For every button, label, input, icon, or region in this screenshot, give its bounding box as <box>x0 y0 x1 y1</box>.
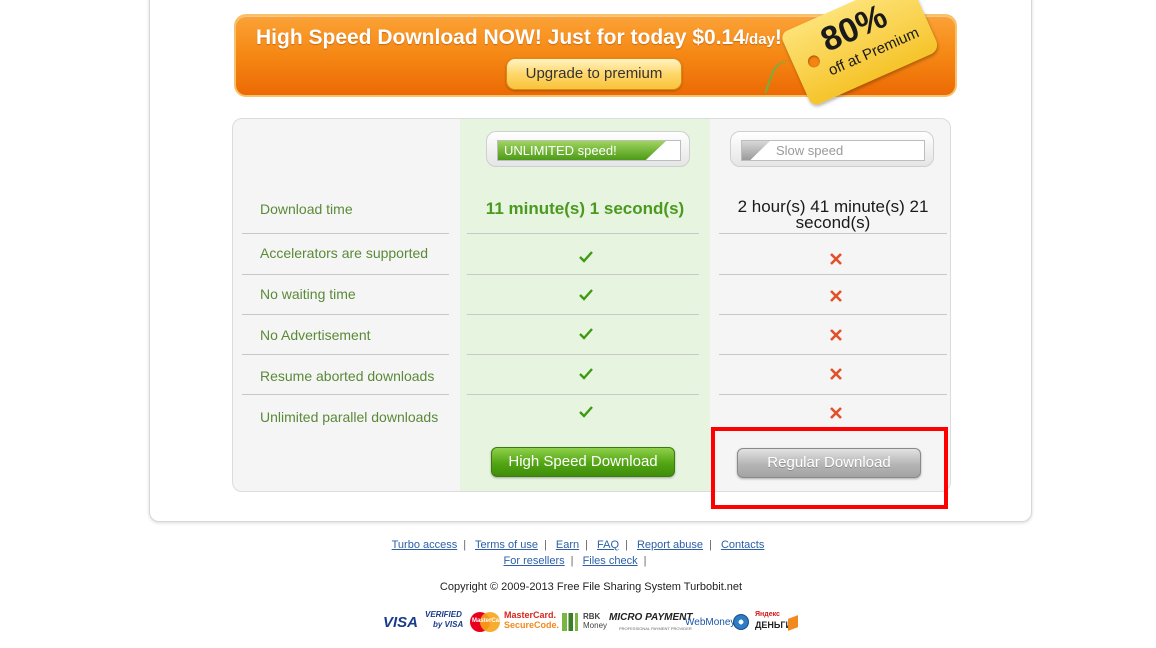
rbk-money-logo: RBK Money <box>583 612 607 630</box>
footer-links-row-1: Turbo access | Terms of use | Earn | FAQ | R… <box>0 539 1156 551</box>
cross-icon <box>830 329 842 341</box>
cross-icon <box>830 253 842 265</box>
visa-logo: VISA <box>383 614 419 631</box>
headline-unit: /day <box>744 31 775 48</box>
check-icon <box>579 328 593 340</box>
link-separator: | <box>543 539 547 551</box>
micropayment-logo: MICRO PAYMENT <box>609 612 693 623</box>
verified-bottom: by VISA <box>433 620 464 629</box>
upgrade-to-premium-button[interactable]: Upgrade to premium <box>506 58 682 90</box>
row-divider <box>467 274 699 275</box>
feature-no-waiting: No waiting time <box>260 286 356 302</box>
unlimited-speed-meter: UNLIMITED speed! <box>486 131 690 167</box>
feature-resume: Resume aborted downloads <box>260 368 435 384</box>
premium-download-time: 11 minute(s) 1 second(s) <box>485 199 685 218</box>
webmoney-logo: WebMoney <box>685 617 736 628</box>
link-separator: | <box>709 539 712 551</box>
footer-link-resellers[interactable]: For resellers <box>504 555 565 567</box>
footer-link-earn[interactable]: Earn <box>556 539 579 551</box>
highlight-box <box>711 427 948 509</box>
link-separator: | <box>643 555 647 567</box>
tag-hole <box>805 53 822 70</box>
footer-links-row-2: For resellers | Files check | <box>0 555 1156 567</box>
footer-link-files-check[interactable]: Files check <box>583 555 638 567</box>
row-divider <box>242 233 449 234</box>
micropayment-subtitle: PROFESSIONAL PAYMENT PROVIDER <box>619 626 692 631</box>
feature-parallel: Unlimited parallel downloads <box>260 409 439 425</box>
headline-text: High Speed Download NOW! Just for today … <box>256 26 745 49</box>
banner-headline: High Speed Download NOW! Just for today … <box>256 26 782 50</box>
yandex-wallet-icon <box>788 615 798 631</box>
footer-link-faq[interactable]: FAQ <box>597 539 619 551</box>
headline-end: ! <box>774 26 782 49</box>
footer-link-report-abuse[interactable]: Report abuse <box>637 539 703 551</box>
link-separator: | <box>463 539 467 551</box>
row-divider <box>719 354 947 355</box>
payment-logos: VISA VERIFIED by VISA MasterCard MasterC… <box>383 608 803 636</box>
speed-bar: Slow speed <box>741 140 925 161</box>
copyright-text: Copyright © 2009-2013 Free File Sharing … <box>439 581 743 593</box>
check-icon <box>579 406 593 418</box>
row-divider <box>719 394 947 395</box>
verified-top: VERIFIED <box>425 610 462 619</box>
feature-accelerators: Accelerators are supported <box>260 245 429 261</box>
row-divider <box>719 233 947 234</box>
securecode-logo: MasterCard. SecureCode. <box>504 610 559 630</box>
check-icon <box>579 251 593 263</box>
feature-no-ads: No Advertisement <box>260 327 371 343</box>
feature-download-time: Download time <box>260 201 353 217</box>
row-divider <box>467 354 699 355</box>
slow-download-time: 2 hour(s) 41 minute(s) 21 second(s) <box>737 197 929 232</box>
securecode-bottom: SecureCode. <box>504 620 560 630</box>
speed-bar-fill <box>742 141 770 160</box>
rbk-money-icon <box>562 613 578 631</box>
rbk-top: RBK <box>583 612 601 621</box>
footer-link-turbo-access[interactable]: Turbo access <box>392 539 458 551</box>
cross-icon <box>830 368 842 380</box>
footer-link-terms[interactable]: Terms of use <box>475 539 538 551</box>
footer-link-contacts[interactable]: Contacts <box>721 539 764 551</box>
cross-icon <box>830 290 842 302</box>
yandex-top: Яндекс <box>755 611 780 618</box>
row-divider <box>467 314 699 315</box>
webmoney-globe-icon <box>733 614 749 630</box>
securecode-top: MasterCard. <box>504 610 557 620</box>
yandex-money-logo: Яндекс ДЕНЬГИ <box>755 610 792 630</box>
link-separator: | <box>625 539 628 551</box>
verified-by-visa-logo: VERIFIED by VISA <box>425 610 463 630</box>
row-divider <box>242 274 449 275</box>
high-speed-download-button[interactable]: High Speed Download <box>491 447 675 477</box>
premium-column <box>460 119 710 491</box>
link-separator: | <box>570 555 574 567</box>
mastercard-logo: MasterCard <box>470 612 505 632</box>
slow-speed-label: Slow speed <box>776 143 844 158</box>
check-icon <box>579 289 593 301</box>
link-separator: | <box>585 539 588 551</box>
row-divider <box>719 314 947 315</box>
check-icon <box>579 368 593 380</box>
cross-icon <box>830 407 842 419</box>
slow-speed-meter: Slow speed <box>730 131 934 167</box>
row-divider <box>467 233 699 234</box>
mastercard-badge-text: MasterCard <box>472 618 506 624</box>
unlimited-speed-label: UNLIMITED speed! <box>504 143 617 158</box>
row-divider <box>242 314 449 315</box>
rbk-bottom: Money <box>583 621 608 630</box>
row-divider <box>242 394 449 395</box>
row-divider <box>467 394 699 395</box>
yandex-bottom: ДЕНЬГИ <box>755 620 792 630</box>
speed-bar: UNLIMITED speed! <box>497 140 681 161</box>
row-divider <box>719 274 947 275</box>
row-divider <box>242 354 449 355</box>
